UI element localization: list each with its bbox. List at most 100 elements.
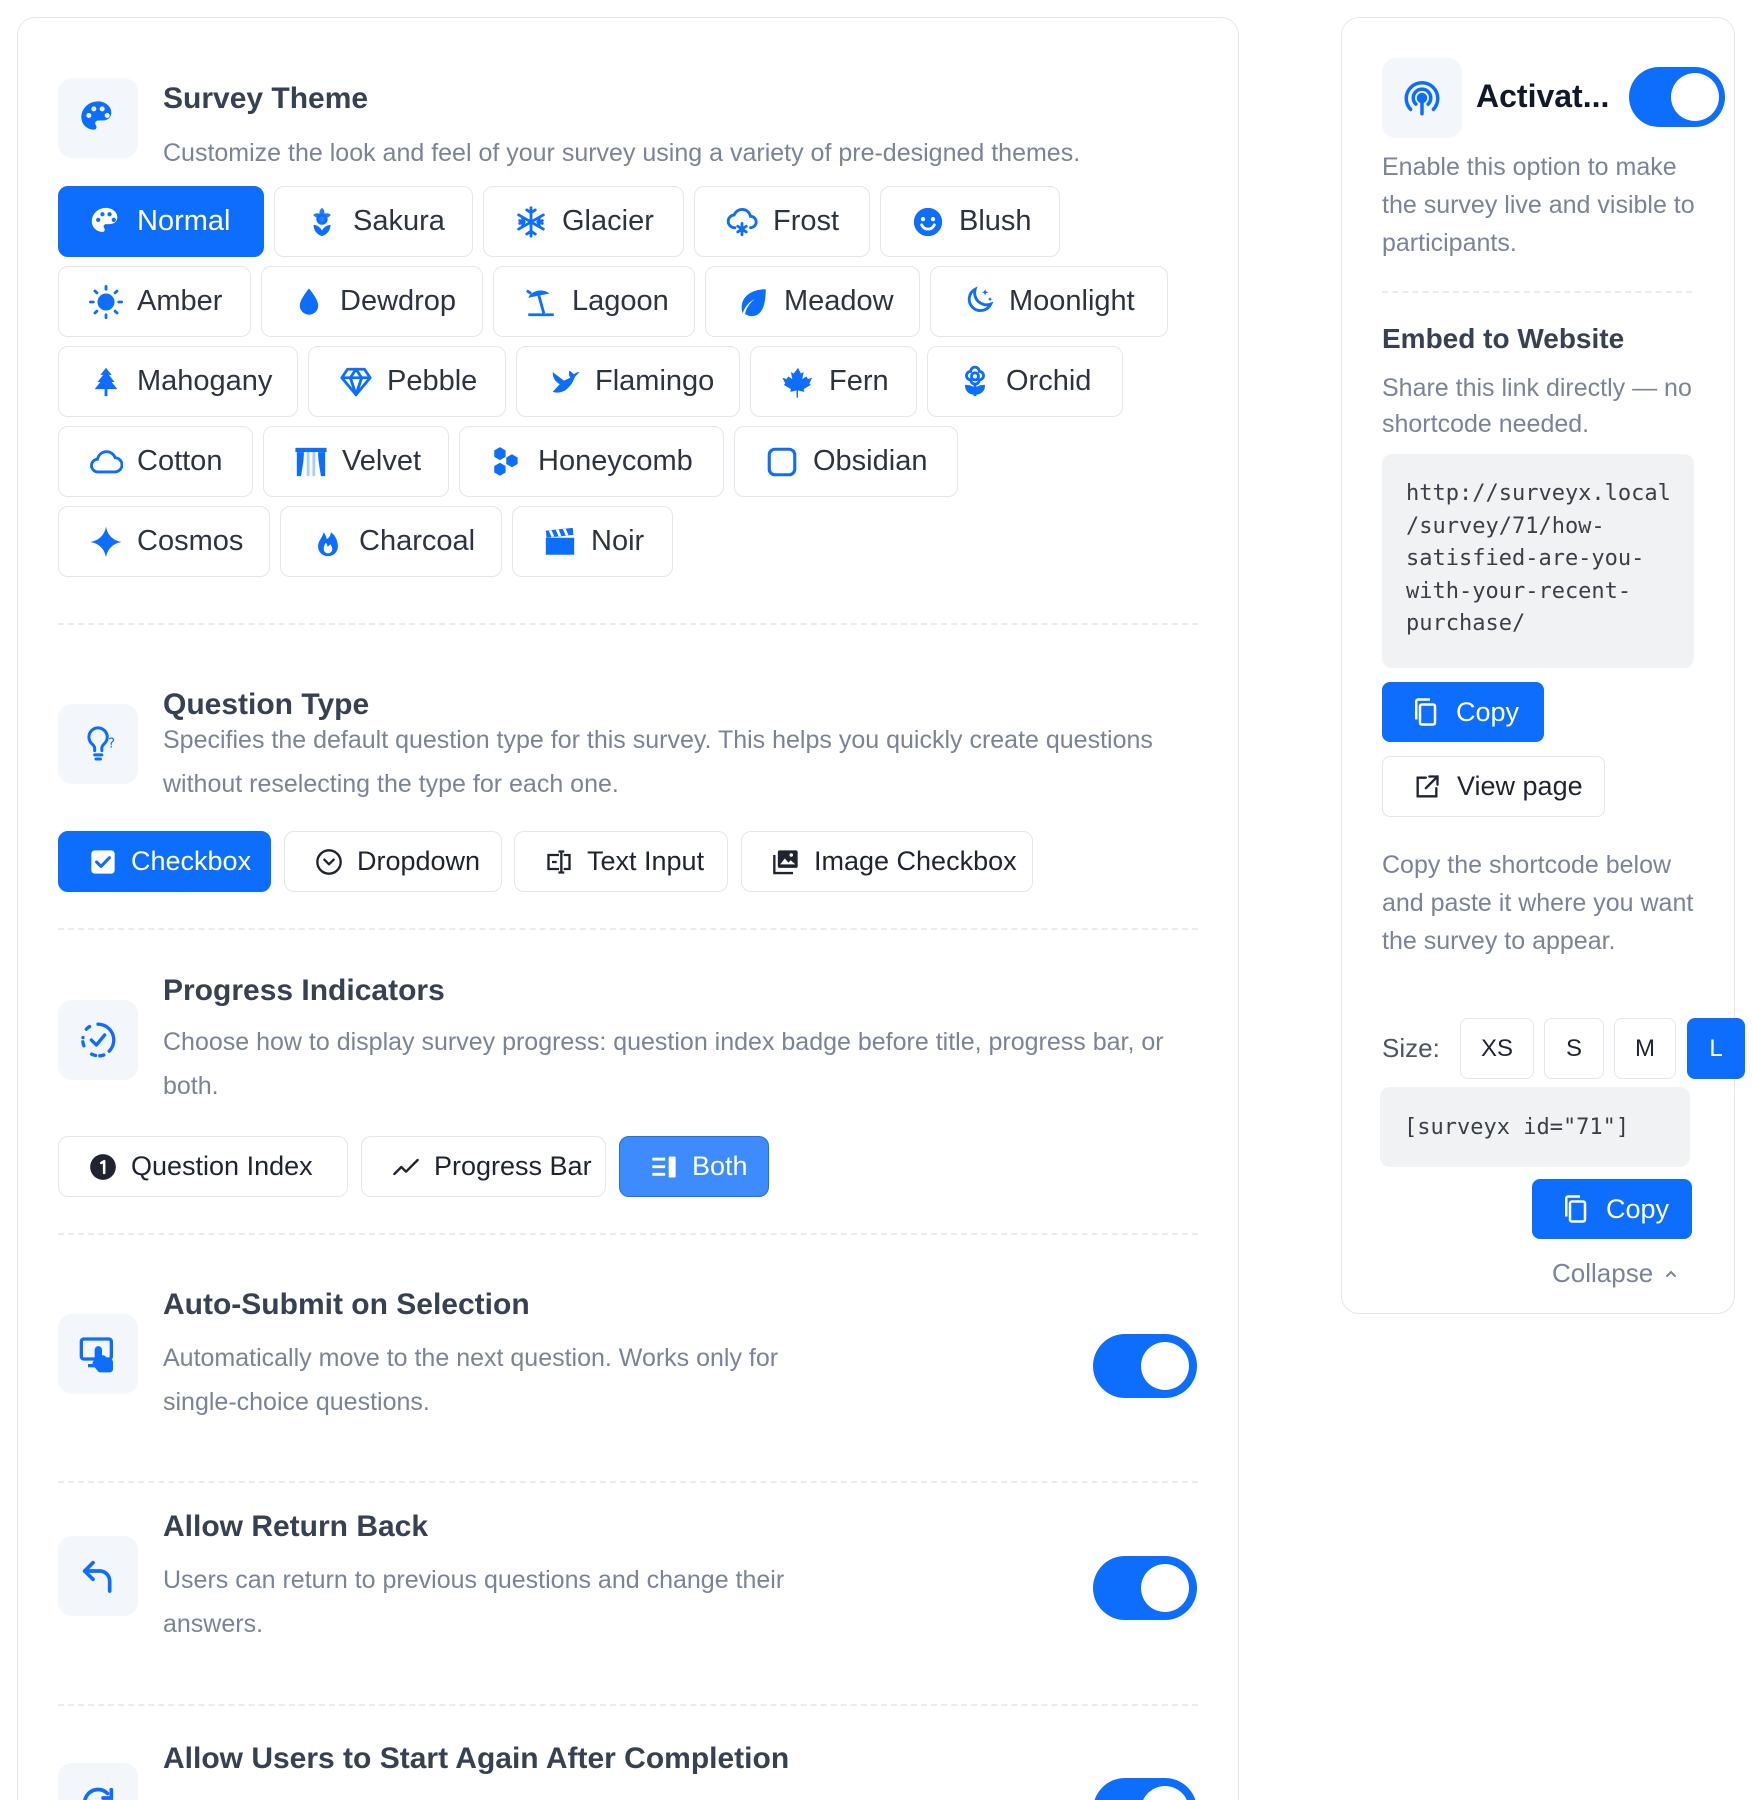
size-m-button[interactable]: M	[1614, 1018, 1676, 1079]
question-type-dropdown-button[interactable]: Dropdown	[284, 831, 502, 892]
activate-description: Enable this option to make the survey li…	[1382, 153, 1695, 257]
start-again-section: Allow Users to Start Again After Complet…	[58, 1742, 1198, 1800]
images-icon	[773, 849, 798, 874]
theme-sakura-button[interactable]: Sakura	[274, 186, 473, 257]
theme-amber-button[interactable]: Amber	[58, 266, 251, 337]
auto-submit-section: Auto-Submit on Selection Automatically m…	[58, 1288, 1198, 1438]
theme-glacier-button[interactable]: Glacier	[483, 186, 684, 257]
auto-submit-description: Automatically move to the next question.…	[163, 1344, 779, 1416]
theme-cotton-button[interactable]: Cotton	[58, 426, 253, 497]
question-type-description: Specifies the default question type for …	[163, 726, 1153, 798]
question-type-text-input-button[interactable]: Text Input	[514, 831, 728, 892]
theme-obsidian-button[interactable]: Obsidian	[734, 426, 958, 497]
activate-toggle[interactable]	[1629, 67, 1725, 127]
theme-fern-button[interactable]: Fern	[750, 346, 917, 417]
theme-frost-button[interactable]: Frost	[694, 186, 870, 257]
size-l-button[interactable]: L	[1687, 1018, 1745, 1079]
progress-indicators-title: Progress Indicators	[163, 974, 445, 1007]
auto-submit-toggle[interactable]	[1093, 1334, 1197, 1398]
leaf-icon	[741, 288, 766, 316]
sun-icon	[89, 284, 123, 319]
chevron-up-icon	[1666, 1270, 1677, 1277]
settings-card: Survey Theme Customize the look and feel…	[17, 17, 1239, 1800]
divider	[58, 928, 1198, 930]
palette-icon	[91, 207, 118, 232]
flower-icon	[313, 207, 331, 236]
toggle-knob	[1671, 73, 1719, 121]
svg-text:?: ?	[108, 736, 115, 751]
progress-bar-button[interactable]: Progress Bar	[361, 1136, 606, 1197]
question-type-checkbox-button[interactable]: Checkbox	[58, 831, 271, 892]
theme-noir-button[interactable]: Noir	[512, 506, 673, 577]
toggle-knob	[1141, 1564, 1189, 1612]
progress-indicators-description: Choose how to display survey progress: q…	[163, 1028, 1164, 1100]
divider	[58, 623, 1198, 625]
smile-icon	[913, 207, 943, 236]
progress-question-index-button[interactable]: Question Index	[58, 1136, 348, 1197]
progress-circle-check-icon	[58, 1000, 138, 1080]
theme-pebble-button[interactable]: Pebble	[308, 346, 506, 417]
moon-stars-icon	[967, 285, 994, 312]
theme-lagoon-button[interactable]: Lagoon	[493, 266, 695, 337]
broadcast-icon	[1382, 58, 1462, 138]
gem-icon	[340, 367, 372, 396]
allow-return-section: Allow Return Back Users can return to pr…	[58, 1510, 1198, 1660]
divider	[58, 1233, 1198, 1235]
hexagons-icon	[494, 446, 518, 476]
embed-description: Share this link directly — no shortcode …	[1382, 374, 1692, 438]
question-type-title: Question Type	[163, 688, 370, 721]
curtains-icon	[295, 447, 327, 476]
toggle-knob	[1141, 1786, 1189, 1800]
survey-theme-title: Survey Theme	[163, 82, 369, 115]
allow-return-title: Allow Return Back	[163, 1510, 429, 1543]
shortcode-description: Copy the shortcode below and paste it wh…	[1382, 851, 1694, 955]
embed-title: Embed to Website	[1382, 323, 1625, 354]
copy-link-button[interactable]: Copy	[1382, 682, 1544, 742]
progress-both-button[interactable]: Both	[619, 1136, 769, 1197]
lightbulb-question-icon: ?	[58, 704, 138, 784]
theme-mahogany-button[interactable]: Mahogany	[58, 346, 298, 417]
shortcode-box[interactable]: [surveyx id="71"]	[1380, 1087, 1690, 1167]
theme-orchid-button[interactable]: Orchid	[927, 346, 1123, 417]
beach-umbrella-icon	[526, 288, 554, 316]
theme-blush-button[interactable]: Blush	[880, 186, 1060, 257]
divider	[1382, 291, 1692, 293]
dropdown-circle-icon	[316, 848, 342, 875]
theme-charcoal-button[interactable]: Charcoal	[280, 506, 502, 577]
theme-normal-button[interactable]: Normal	[58, 186, 264, 257]
allow-return-toggle[interactable]	[1093, 1556, 1197, 1620]
square-icon	[767, 447, 797, 476]
question-type-image-checkbox-button[interactable]: Image Checkbox	[741, 831, 1033, 892]
copy-icon	[1565, 1195, 1587, 1223]
sparkle-icon	[90, 525, 122, 558]
cloud-icon	[90, 449, 123, 473]
droplet-icon	[299, 288, 319, 315]
bird-icon	[552, 370, 580, 393]
palette-icon	[58, 78, 138, 158]
cloud-snow-icon	[726, 207, 758, 236]
allow-return-description: Users can return to previous questions a…	[163, 1566, 785, 1638]
size-label: Size:	[1382, 1033, 1440, 1063]
collapse-link[interactable]: Collapse	[1552, 1258, 1679, 1289]
copy-shortcode-button[interactable]: Copy	[1532, 1179, 1692, 1239]
view-page-button[interactable]: View page	[1382, 756, 1605, 817]
auto-submit-title: Auto-Submit on Selection	[163, 1288, 530, 1321]
size-xs-button[interactable]: XS	[1460, 1018, 1534, 1079]
theme-velvet-button[interactable]: Velvet	[263, 426, 449, 497]
external-link-icon	[1416, 774, 1439, 797]
theme-flamingo-button[interactable]: Flamingo	[516, 346, 740, 417]
restart-arrow-icon	[58, 1763, 138, 1800]
theme-honeycomb-button[interactable]: Honeycomb	[459, 426, 724, 497]
theme-meadow-button[interactable]: Meadow	[705, 266, 920, 337]
survey-link-box[interactable]: http://surveyx.local /survey/71/how- sat…	[1382, 454, 1694, 668]
flower-alt-icon	[965, 365, 985, 396]
publish-sidebar: Activat... Enable this option to make th…	[1341, 17, 1745, 1314]
theme-dewdrop-button[interactable]: Dewdrop	[261, 266, 483, 337]
activate-title: Activat...	[1476, 78, 1610, 114]
size-s-button[interactable]: S	[1544, 1018, 1604, 1079]
checkbox-icon	[91, 849, 115, 874]
film-clapper-icon	[545, 527, 575, 555]
maple-leaf-icon	[782, 367, 813, 398]
theme-cosmos-button[interactable]: Cosmos	[58, 506, 270, 577]
theme-moonlight-button[interactable]: Moonlight	[930, 266, 1168, 337]
